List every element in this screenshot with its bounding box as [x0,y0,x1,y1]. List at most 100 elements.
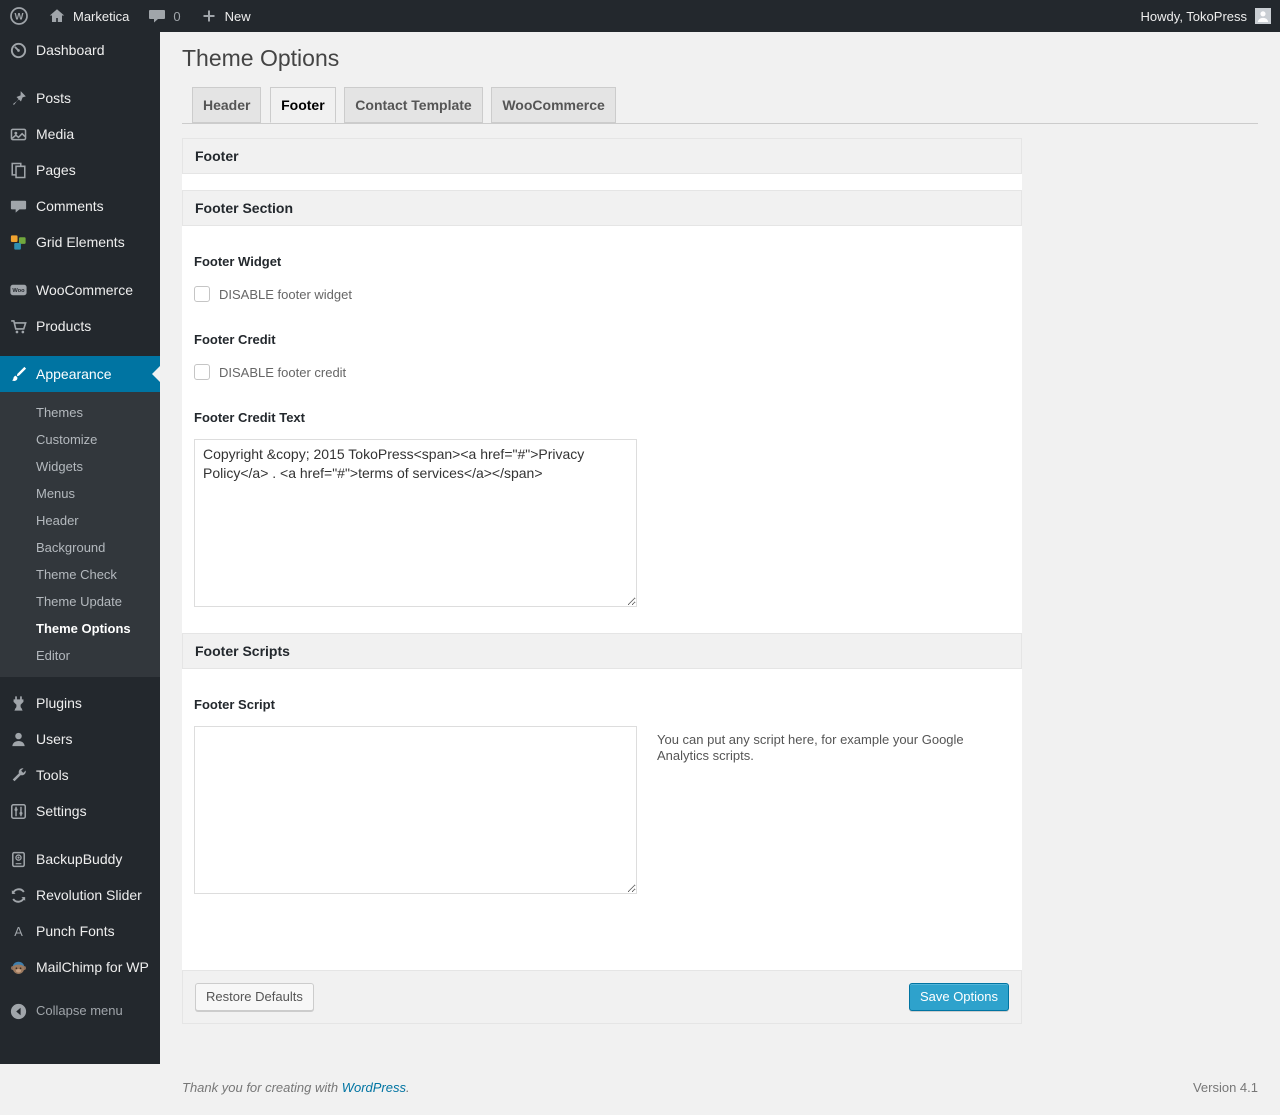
disable-footer-credit-checkbox[interactable] [194,364,210,380]
sidebar-item-users[interactable]: Users [0,721,160,757]
appearance-submenu: Themes Customize Widgets Menus Header Ba… [0,392,160,677]
disable-footer-widget-row: DISABLE footer widget [194,286,1010,302]
posts-icon [8,88,28,108]
comments-bubble-icon [149,10,166,23]
tab-bar: Header Footer Contact Template WooCommer… [182,87,1258,124]
sidebar-item-menus[interactable]: Menus [0,480,160,507]
admin-footer: Thank you for creating with WordPress. V… [182,1076,1258,1115]
grid-elements-icon [8,232,28,252]
woocommerce-icon: Woo [8,280,28,300]
menu-separator [0,260,160,272]
collapse-menu-button[interactable]: Collapse menu [0,993,160,1029]
svg-text:A: A [14,923,23,938]
comments-count: 0 [173,8,181,24]
panel-header-footer: Footer [182,138,1022,174]
sidebar-item-tools[interactable]: Tools [0,757,160,793]
new-label: New [224,8,251,24]
sidebar-item-pages[interactable]: Pages [0,152,160,188]
sidebar-item-posts[interactable]: Posts [0,80,160,116]
sidebar-item-settings[interactable]: Settings [0,793,160,829]
svg-text:W: W [15,12,24,23]
footer-section-body: Footer Widget DISABLE footer widget Foot… [182,226,1022,633]
site-menu[interactable]: Marketica [38,0,138,32]
tools-icon [8,765,28,785]
sidebar-item-editor[interactable]: Editor [0,642,160,669]
menu-separator [0,829,160,841]
settings-icon [8,801,28,821]
footer-credit-label: Footer Credit [194,332,276,347]
sidebar-item-grid-elements[interactable]: Grid Elements [0,224,160,260]
punch-fonts-icon: A [8,921,28,941]
menu-separator [0,344,160,356]
admin-bar: W Marketica 0 New Howdy, TokoPress [0,0,1280,32]
sidebar-item-products[interactable]: Products [0,308,160,344]
home-icon [49,9,65,22]
sidebar-item-customize[interactable]: Customize [0,426,160,453]
sidebar-item-theme-options[interactable]: Theme Options [0,615,160,642]
tab-contact-template[interactable]: Contact Template [344,87,483,123]
page-title: Theme Options [182,45,340,71]
backupbuddy-icon [8,849,28,869]
footer-thanks: Thank you for creating with WordPress. [182,1080,410,1095]
footer-widget-label: Footer Widget [194,254,282,269]
footer-script-label: Footer Script [194,697,275,712]
footer-script-row: You can put any script here, for example… [194,712,1010,894]
footer-script-textarea[interactable] [194,726,637,894]
sidebar-item-comments[interactable]: Comments [0,188,160,224]
panel-spacer [182,174,1022,190]
sidebar-item-appearance[interactable]: Appearance [0,356,160,392]
sidebar-item-background[interactable]: Background [0,534,160,561]
sidebar-item-dashboard[interactable]: Dashboard [0,32,160,68]
plugins-icon [8,693,28,713]
sidebar-item-widgets[interactable]: Widgets [0,453,160,480]
appearance-icon [8,364,28,384]
avatar[interactable] [1255,8,1271,24]
admin-sidebar: Dashboard Posts Media Pages Comments Gri… [0,32,160,1064]
sidebar-item-revolution-slider[interactable]: Revolution Slider [0,877,160,913]
tab-header[interactable]: Header [192,87,262,123]
section-header-footer-scripts: Footer Scripts [182,633,1022,669]
disable-footer-credit-row: DISABLE footer credit [194,364,1010,380]
svg-text:Woo: Woo [12,288,25,294]
sidebar-item-header[interactable]: Header [0,507,160,534]
mailchimp-icon [8,957,28,977]
footer-scripts-body: Footer Script You can put any script her… [182,669,1022,944]
footer-credit-text-textarea[interactable]: Copyright &copy; 2015 TokoPress<span><a … [194,439,637,607]
panel-actions-bar: Restore Defaults Save Options [182,970,1022,1024]
admin-bar-new[interactable]: New [190,0,260,32]
sidebar-item-punch-fonts[interactable]: A Punch Fonts [0,913,160,949]
sidebar-item-themes[interactable]: Themes [0,399,160,426]
admin-bar-comments[interactable]: 0 [138,0,189,32]
tab-woocommerce[interactable]: WooCommerce [491,87,616,123]
disable-footer-widget-checkbox[interactable] [194,286,210,302]
sidebar-item-mailchimp[interactable]: MailChimp for WP [0,949,160,985]
section-header-footer-section: Footer Section [182,190,1022,226]
sidebar-item-theme-update[interactable]: Theme Update [0,588,160,615]
sidebar-item-woocommerce[interactable]: Woo WooCommerce [0,272,160,308]
disable-footer-widget-label: DISABLE footer widget [219,286,352,302]
version-label: Version 4.1 [1192,1080,1258,1095]
collapse-icon [8,1001,28,1021]
menu-separator [0,677,160,685]
pages-icon [8,160,28,180]
theme-options-panel: Footer Footer Section Footer Widget DISA… [182,138,1022,1024]
main-content: Theme Options Header Footer Contact Temp… [160,0,1280,1115]
dashboard-icon [8,40,28,60]
sidebar-item-theme-check[interactable]: Theme Check [0,561,160,588]
menu-separator [0,68,160,80]
howdy-account-menu[interactable]: Howdy, TokoPress [1141,9,1247,24]
save-options-button[interactable]: Save Options [908,983,1009,1011]
menu-separator [0,985,160,993]
wordpress-logo-icon[interactable]: W [0,0,38,32]
wordpress-link[interactable]: WordPress [342,1080,406,1095]
users-icon [8,729,28,749]
restore-defaults-button[interactable]: Restore Defaults [195,983,314,1011]
footer-credit-text-label: Footer Credit Text [194,410,305,425]
plus-icon [203,10,215,22]
site-name: Marketica [73,8,130,24]
sidebar-item-plugins[interactable]: Plugins [0,685,160,721]
sidebar-item-media[interactable]: Media [0,116,160,152]
disable-footer-credit-label: DISABLE footer credit [219,364,347,380]
sidebar-item-backupbuddy[interactable]: BackupBuddy [0,841,160,877]
tab-footer[interactable]: Footer [270,87,336,123]
